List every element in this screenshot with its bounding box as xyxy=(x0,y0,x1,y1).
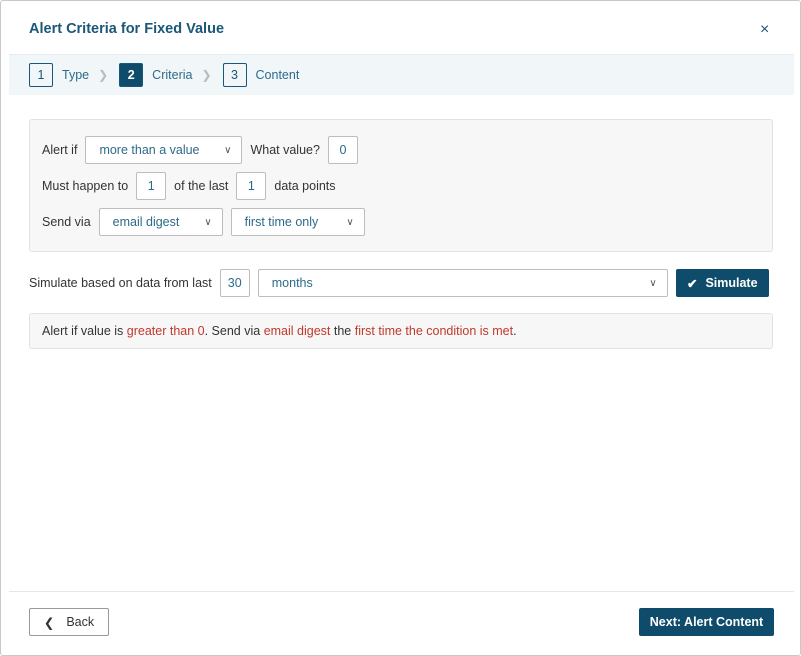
back-button[interactable]: ❮ Back xyxy=(29,608,109,636)
step-label: Type xyxy=(62,68,90,82)
chevron-right-icon: ❯ xyxy=(201,68,212,82)
step-criteria[interactable]: 2 Criteria xyxy=(119,63,192,87)
summary-highlight: first time the condition is met xyxy=(354,324,514,338)
chevron-down-icon: ∨ xyxy=(224,144,232,156)
chevron-down-icon: ∨ xyxy=(346,216,354,228)
step-number: 1 xyxy=(29,63,53,87)
step-label: Criteria xyxy=(152,68,193,82)
what-value-label: What value? xyxy=(250,143,320,157)
send-via-select[interactable]: email digest ∨ xyxy=(98,208,223,236)
summary-part: . Send via xyxy=(204,324,264,338)
close-icon[interactable]: × xyxy=(760,21,769,39)
select-value: months xyxy=(271,276,313,290)
must-happen-label: Must happen to xyxy=(42,179,129,193)
alert-if-select[interactable]: more than a value ∨ xyxy=(85,136,243,164)
step-type[interactable]: 1 Type xyxy=(29,63,89,87)
of-last-label: of the last xyxy=(174,179,229,193)
chevron-right-icon: ❯ xyxy=(98,68,109,82)
step-content[interactable]: 3 Content xyxy=(222,63,300,87)
chevron-down-icon: ∨ xyxy=(649,277,657,289)
criteria-panel: Alert if more than a value ∨ What value? … xyxy=(29,119,773,252)
dialog-title: Alert Criteria for Fixed Value xyxy=(29,21,225,37)
data-points-label: data points xyxy=(274,179,336,193)
must-happen-input[interactable]: 1 xyxy=(136,172,167,200)
step-number: 3 xyxy=(222,63,247,87)
dialog: Alert Criteria for Fixed Value × 1 Type ❯… xyxy=(0,0,801,656)
summary-part: . xyxy=(513,324,517,338)
simulate-count-input[interactable]: 30 xyxy=(219,269,250,297)
simulate-row: Simulate based on data from last 30 mont… xyxy=(29,269,769,297)
summary-part: Alert if value is xyxy=(42,324,127,338)
select-value: more than a value xyxy=(99,143,200,157)
send-via-label: Send via xyxy=(42,215,91,229)
step-number: 2 xyxy=(119,63,144,87)
summary-part: the xyxy=(330,324,355,338)
next-button[interactable]: Next: Alert Content xyxy=(639,608,774,636)
summary-highlight: greater than 0 xyxy=(126,324,205,338)
footer-divider xyxy=(9,591,794,592)
simulate-label: Simulate based on data from last xyxy=(29,276,212,290)
of-last-input[interactable]: 1 xyxy=(236,172,267,200)
simulate-button-label: Simulate xyxy=(705,276,758,290)
back-label: Back xyxy=(66,615,95,629)
select-value: email digest xyxy=(112,215,180,229)
chevron-down-icon: ∨ xyxy=(204,216,212,228)
wizard-steps: 1 Type ❯ 2 Criteria ❯ 3 Content xyxy=(9,54,794,95)
simulate-button[interactable]: ✔ Simulate xyxy=(675,269,769,297)
check-icon: ✔ xyxy=(686,276,698,291)
summary-text: Alert if value is greater than 0. Send v… xyxy=(42,324,517,338)
what-value-input[interactable]: 0 xyxy=(327,136,358,164)
criteria-summary: Alert if value is greater than 0. Send v… xyxy=(29,313,773,349)
select-value: first time only xyxy=(244,215,319,229)
step-label: Content xyxy=(255,68,300,82)
alert-if-label: Alert if xyxy=(42,143,78,157)
simulate-unit-select[interactable]: months ∨ xyxy=(257,269,668,297)
frequency-select[interactable]: first time only ∨ xyxy=(230,208,365,236)
summary-highlight: email digest xyxy=(263,324,331,338)
chevron-left-icon: ❮ xyxy=(43,615,55,630)
